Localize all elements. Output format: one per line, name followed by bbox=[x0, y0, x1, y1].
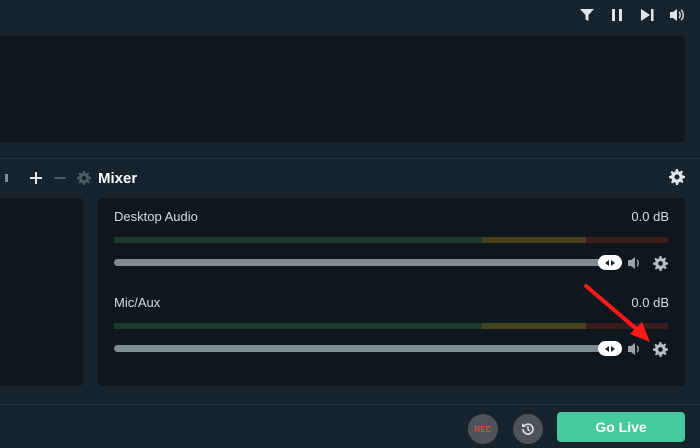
speaker-icon[interactable] bbox=[627, 255, 643, 271]
source-level-desktop-audio: 0.0 dB bbox=[631, 209, 669, 224]
sources-panel bbox=[0, 198, 83, 386]
audio-meter-desktop-audio bbox=[114, 237, 668, 243]
volume-icon[interactable] bbox=[668, 6, 686, 24]
top-toolbar bbox=[0, 0, 700, 34]
filter-icon[interactable] bbox=[578, 6, 596, 24]
replay-buffer-button[interactable] bbox=[513, 414, 543, 444]
source-settings-gear-icon[interactable] bbox=[653, 256, 669, 272]
add-icon[interactable] bbox=[24, 168, 48, 188]
section-divider bbox=[0, 158, 700, 159]
skip-next-icon[interactable] bbox=[638, 6, 656, 24]
volume-slider-desktop-audio[interactable] bbox=[114, 255, 622, 270]
mixer-settings-gear-icon[interactable] bbox=[669, 169, 685, 185]
gear-icon[interactable] bbox=[72, 168, 96, 188]
volume-slider-mic-aux[interactable] bbox=[114, 341, 622, 356]
go-live-button[interactable]: Go Live bbox=[557, 412, 685, 442]
source-name-desktop-audio: Desktop Audio bbox=[114, 209, 198, 224]
source-name-mic-aux: Mic/Aux bbox=[114, 295, 161, 310]
preview-panel bbox=[0, 36, 685, 142]
replay-icon bbox=[522, 423, 534, 435]
pause-icon[interactable] bbox=[608, 6, 626, 24]
partial-icon[interactable] bbox=[0, 168, 24, 188]
sources-controls bbox=[0, 168, 96, 188]
remove-icon[interactable] bbox=[48, 168, 72, 188]
annotation-arrow-icon bbox=[584, 284, 650, 342]
slider-handle[interactable] bbox=[598, 255, 622, 270]
mixer-title: Mixer bbox=[98, 170, 138, 187]
top-icon-group bbox=[578, 6, 686, 24]
record-button[interactable]: REC bbox=[468, 414, 498, 444]
